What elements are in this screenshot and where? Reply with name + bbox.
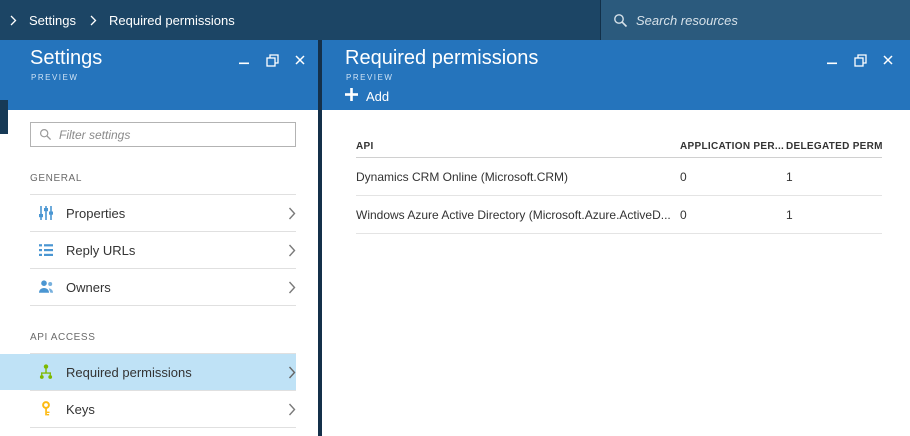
table-row[interactable]: Dynamics CRM Online (Microsoft.CRM) 0 1 <box>356 158 882 196</box>
keys-icon <box>38 401 54 417</box>
settings-blade-body: GENERAL Properties Reply URL <box>0 110 318 436</box>
minimize-icon[interactable] <box>236 52 252 68</box>
filter-settings-input[interactable] <box>59 128 287 142</box>
section-label: GENERAL <box>30 173 318 184</box>
section-label: API ACCESS <box>30 332 318 343</box>
breadcrumb: Settings Required permissions <box>0 13 249 28</box>
azure-portal-screen: Settings Required permissions Settings P… <box>0 0 910 436</box>
preview-badge: PREVIEW <box>346 73 393 82</box>
application-permissions-cell: 0 <box>680 170 786 184</box>
sidebar-item-label: Required permissions <box>66 365 288 380</box>
permissions-table: API APPLICATION PER... DELEGATED PERM...… <box>356 136 882 234</box>
application-permissions-cell: 0 <box>680 208 786 222</box>
add-button-label: Add <box>366 89 389 104</box>
chevron-right-icon <box>288 281 296 294</box>
search-input[interactable] <box>636 13 898 28</box>
search-box[interactable] <box>600 0 910 40</box>
sidebar-item-properties[interactable]: Properties <box>0 195 296 231</box>
divider <box>30 427 296 428</box>
sidebar-item-keys[interactable]: Keys <box>0 391 296 427</box>
close-icon[interactable] <box>880 52 896 68</box>
delegated-permissions-cell: 1 <box>786 170 882 184</box>
required-permissions-blade: Required permissions PREVIEW Add <box>322 40 910 436</box>
plus-icon <box>345 88 358 104</box>
api-name-cell: Windows Azure Active Directory (Microsof… <box>356 208 680 222</box>
sidebar-item-owners[interactable]: Owners <box>0 269 296 305</box>
chevron-right-icon <box>90 15 97 26</box>
required-permissions-icon <box>38 364 54 380</box>
sidebar-item-label: Keys <box>66 402 288 417</box>
settings-window-controls <box>236 52 308 68</box>
section-api-access: API ACCESS Required permissions <box>0 332 318 428</box>
permissions-blade-header: Required permissions PREVIEW Add <box>322 40 910 110</box>
close-icon[interactable] <box>292 52 308 68</box>
owners-icon <box>38 279 54 295</box>
sidebar-item-label: Owners <box>66 280 288 295</box>
delegated-permissions-cell: 1 <box>786 208 882 222</box>
properties-icon <box>38 205 54 221</box>
settings-blade-title: Settings <box>30 47 102 70</box>
api-name-cell: Dynamics CRM Online (Microsoft.CRM) <box>356 170 680 184</box>
column-header-application-permissions[interactable]: APPLICATION PER... <box>680 141 786 152</box>
settings-blade: Settings PREVIEW <box>0 40 318 436</box>
search-icon <box>39 128 52 141</box>
chevron-right-icon <box>288 244 296 257</box>
topbar: Settings Required permissions <box>0 0 910 40</box>
preview-badge: PREVIEW <box>31 73 78 82</box>
search-icon <box>613 13 628 28</box>
permissions-window-controls <box>824 52 896 68</box>
add-button[interactable]: Add <box>345 88 389 104</box>
restore-icon[interactable] <box>264 52 280 68</box>
sidebar-item-reply-urls[interactable]: Reply URLs <box>0 232 296 268</box>
sidebar-item-label: Reply URLs <box>66 243 288 258</box>
section-general: GENERAL Properties Reply URL <box>0 173 318 306</box>
minimize-icon[interactable] <box>824 52 840 68</box>
chevron-right-icon <box>288 403 296 416</box>
column-header-api[interactable]: API <box>356 141 680 152</box>
permissions-blade-body: API APPLICATION PER... DELEGATED PERM...… <box>322 110 910 436</box>
column-header-delegated-permissions[interactable]: DELEGATED PERM... <box>786 141 882 152</box>
divider <box>30 305 296 306</box>
permissions-blade-title: Required permissions <box>345 47 538 70</box>
sidebar-item-label: Properties <box>66 206 288 221</box>
parent-blade-edge <box>0 100 8 134</box>
chevron-right-icon <box>288 207 296 220</box>
restore-icon[interactable] <box>852 52 868 68</box>
sidebar-item-required-permissions[interactable]: Required permissions <box>0 354 296 390</box>
chevron-right-icon <box>288 366 296 379</box>
table-row[interactable]: Windows Azure Active Directory (Microsof… <box>356 196 882 234</box>
reply-urls-icon <box>38 242 54 258</box>
breadcrumb-required-permissions[interactable]: Required permissions <box>109 13 235 28</box>
filter-settings-box[interactable] <box>30 122 296 147</box>
chevron-right-icon[interactable] <box>10 15 17 26</box>
breadcrumb-settings[interactable]: Settings <box>29 13 76 28</box>
settings-blade-header: Settings PREVIEW <box>0 40 318 110</box>
table-header-row: API APPLICATION PER... DELEGATED PERM... <box>356 136 882 158</box>
